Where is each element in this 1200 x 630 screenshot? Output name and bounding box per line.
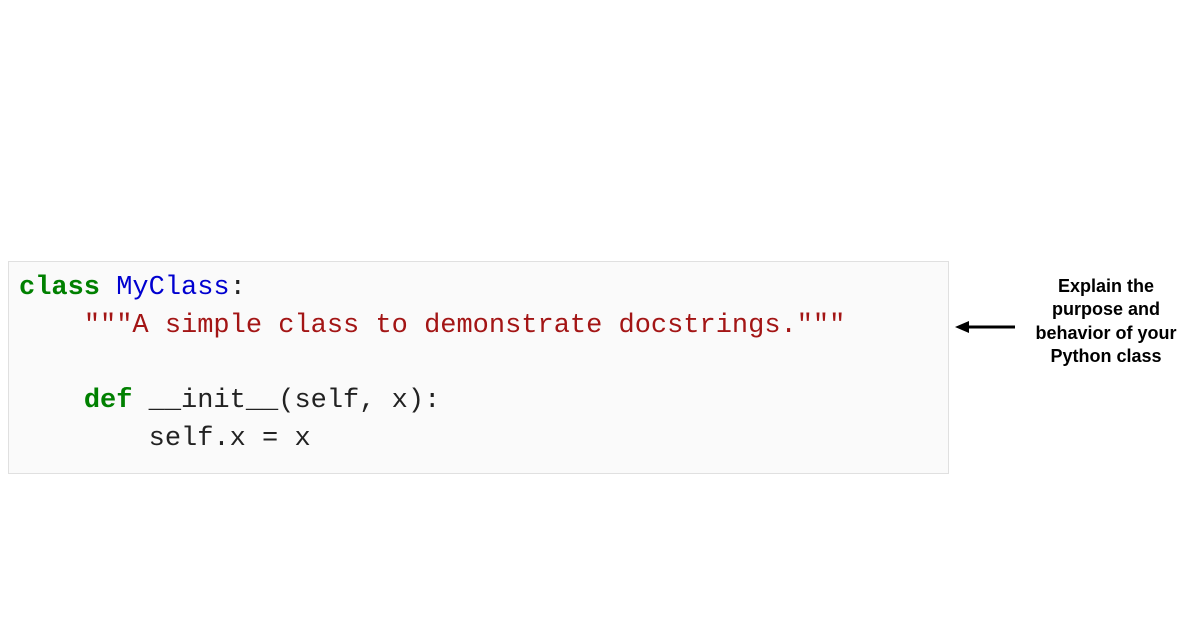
class-name: MyClass	[116, 273, 229, 303]
function-name: __init__	[149, 386, 279, 416]
body: self.x = x	[149, 424, 311, 454]
space	[132, 386, 148, 416]
colon: :	[230, 273, 246, 303]
params: (self, x):	[278, 386, 440, 416]
indent	[19, 424, 149, 454]
space	[100, 273, 116, 303]
keyword-def: def	[84, 386, 133, 416]
indent	[19, 386, 84, 416]
indent	[19, 311, 84, 341]
docstring: """A simple class to demonstrate docstri…	[84, 311, 846, 341]
code-block: class MyClass: """A simple class to demo…	[8, 261, 949, 474]
arrow-left-icon	[955, 320, 1015, 334]
annotation-text: Explain the purpose and behavior of your…	[1020, 275, 1192, 369]
keyword-class: class	[19, 273, 100, 303]
